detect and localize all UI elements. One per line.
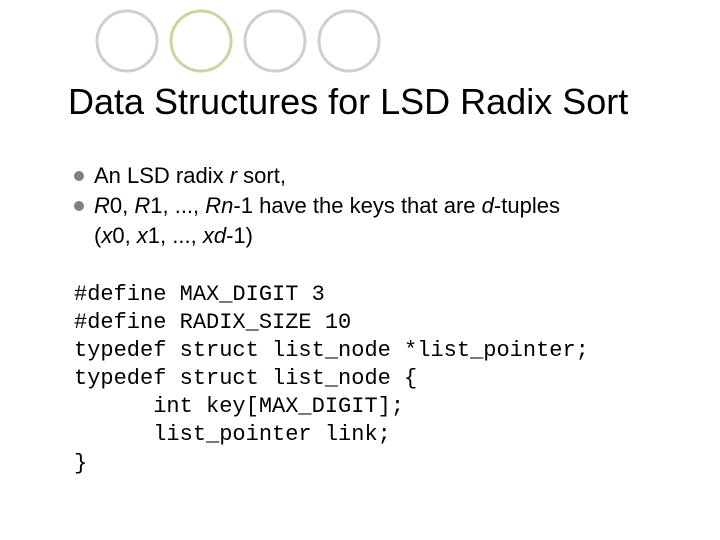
bullet-1: An LSD radix r sort,	[74, 162, 664, 190]
text-italic: r	[230, 163, 237, 188]
code-block: #define MAX_DIGIT 3 #define RADIX_SIZE 1…	[74, 252, 664, 477]
code-line: #define MAX_DIGIT 3	[74, 282, 325, 307]
code-line: #define RADIX_SIZE 10	[74, 310, 351, 335]
text-italic: R	[94, 193, 110, 218]
text: 0,	[110, 193, 134, 218]
slide: Data Structures for LSD Radix Sort An LS…	[0, 0, 720, 540]
code-line: typedef struct list_node {	[74, 366, 417, 391]
text: 0,	[112, 223, 136, 248]
text: sort,	[237, 163, 286, 188]
text: -1)	[226, 223, 253, 248]
slide-content: An LSD radix r sort, R0, R1, ..., Rn-1 h…	[74, 162, 664, 478]
text-italic: xd	[203, 223, 226, 248]
code-line: int key[MAX_DIGIT];	[74, 394, 404, 419]
text-italic: x	[101, 223, 112, 248]
bullet-2-line2: (x0, x1, ..., xd-1)	[74, 222, 664, 250]
text-italic: x	[137, 223, 148, 248]
text: 1, ...,	[148, 223, 203, 248]
text-italic: R	[134, 193, 150, 218]
decorative-circles	[92, 6, 392, 76]
code-line: list_pointer link;	[74, 422, 391, 447]
text-italic: d	[482, 193, 494, 218]
text: -tuples	[494, 193, 560, 218]
text-italic: Rn	[205, 193, 233, 218]
slide-title: Data Structures for LSD Radix Sort	[68, 82, 628, 122]
bullet-2-text: R0, R1, ..., Rn-1 have the keys that are…	[94, 192, 664, 220]
bullet-1-text: An LSD radix r sort,	[94, 162, 664, 190]
bullet-2: R0, R1, ..., Rn-1 have the keys that are…	[74, 192, 664, 220]
text: 1, ...,	[150, 193, 205, 218]
bullet-dot-icon	[74, 171, 84, 181]
bullet-dot-icon	[74, 201, 84, 211]
code-line: typedef struct list_node *list_pointer;	[74, 338, 589, 363]
text: -1 have the keys that are	[233, 193, 481, 218]
code-line: }	[74, 451, 87, 476]
text: An LSD radix	[94, 163, 230, 188]
